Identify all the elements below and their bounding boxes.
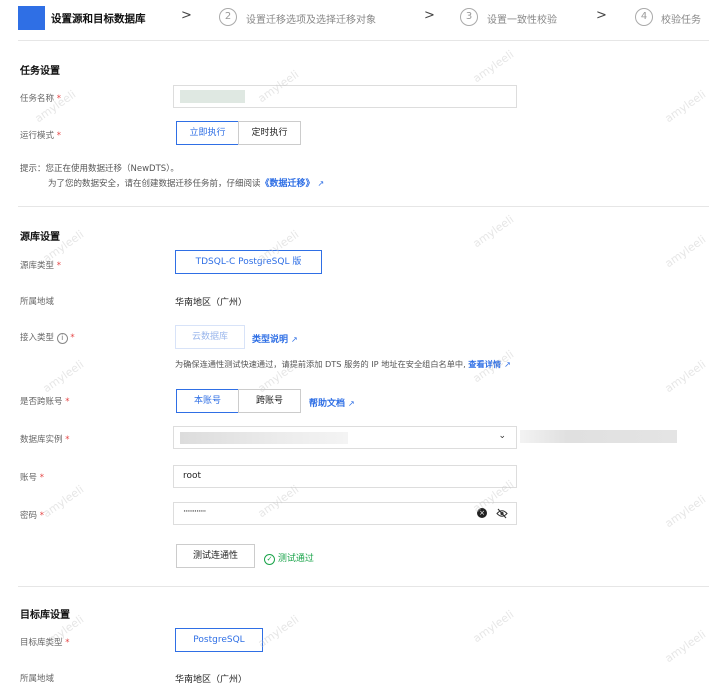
chevron-right-icon: >: [181, 8, 192, 23]
run-mode-scheduled-button[interactable]: 定时执行: [238, 121, 301, 145]
eye-hidden-icon[interactable]: [496, 508, 508, 519]
tip-line-2: 为了您的数据安全，请在创建数据迁移任务前，仔细阅读《数据迁移》 ↗: [48, 179, 325, 189]
redacted-instance: [180, 432, 348, 444]
watermark: amyleeli: [662, 357, 709, 396]
step-4-number: 4: [635, 8, 653, 26]
account-value: root: [183, 471, 202, 481]
run-mode-label: 运行模式 *: [20, 131, 61, 141]
source-section-title: 源库设置: [20, 232, 60, 243]
info-icon[interactable]: i: [56, 333, 68, 344]
target-section-title: 目标库设置: [20, 610, 70, 621]
watermark: amyleeli: [470, 607, 517, 646]
watermark: amyleeli: [40, 357, 87, 396]
divider: [18, 586, 709, 587]
watermark: amyleeli: [40, 482, 87, 521]
task-section-title: 任务设置: [20, 66, 60, 77]
cross-account-other-button[interactable]: 跨账号: [238, 389, 301, 413]
cross-account-own-button[interactable]: 本账号: [176, 389, 239, 413]
watermark: amyleeli: [470, 47, 517, 86]
access-type-label: 接入类型 i *: [20, 333, 75, 344]
source-type-button[interactable]: TDSQL-C PostgreSQL 版: [175, 250, 322, 274]
clear-icon[interactable]: ×: [477, 508, 487, 518]
step-bar: 设置源和目标数据库 > 2 设置迁移选项及选择迁移对象 > 3 设置一致性校验 …: [0, 0, 709, 36]
watermark: amyleeli: [470, 212, 517, 251]
task-name-input[interactable]: [173, 85, 517, 108]
cross-account-label: 是否跨账号 *: [20, 397, 70, 407]
external-link-icon: ↗: [504, 360, 511, 369]
password-value: ············: [183, 507, 206, 517]
target-type-button[interactable]: PostgreSQL: [175, 628, 263, 652]
divider: [18, 206, 709, 207]
password-input[interactable]: ············ ×: [173, 502, 517, 525]
watermark: amyleeli: [662, 627, 709, 666]
watermark: amyleeli: [662, 87, 709, 126]
step-4-label: 校验任务: [661, 15, 701, 26]
step-2-label: 设置迁移选项及选择迁移对象: [246, 15, 376, 26]
step-1-label: 设置源和目标数据库: [51, 13, 146, 25]
divider: [18, 40, 709, 41]
target-region-value: 华南地区（广州）: [175, 675, 248, 685]
password-label: 密码 *: [20, 511, 44, 521]
step-3-label: 设置一致性校验: [487, 15, 557, 26]
source-type-label: 源库类型 *: [20, 261, 61, 271]
external-link-icon: ↗: [348, 399, 355, 408]
view-details-link[interactable]: 查看详情: [468, 359, 501, 369]
step-1: 设置源和目标数据库: [18, 6, 183, 30]
redacted-task-name: [180, 90, 245, 103]
run-mode-immediate-button[interactable]: 立即执行: [176, 121, 239, 145]
task-name-label: 任务名称 *: [20, 94, 61, 104]
test-result-label: 测试通过: [277, 554, 314, 564]
source-region-value: 华南地区（广州）: [175, 298, 248, 308]
source-region-label: 所属地域: [20, 297, 55, 307]
watermark: amyleeli: [662, 492, 709, 531]
access-hint: 为确保连通性测试快速通过，请提前添加 DTS 服务的 IP 地址在安全组白名单中…: [175, 359, 511, 369]
target-type-label: 目标库类型 *: [20, 638, 70, 648]
external-link-icon: ↗: [291, 335, 298, 344]
chevron-down-icon: ⌄: [498, 431, 506, 441]
type-explanation-link[interactable]: 类型说明 ↗: [252, 332, 298, 345]
account-input[interactable]: root: [173, 465, 517, 488]
access-type-cloud-button[interactable]: 云数据库: [175, 325, 245, 349]
help-doc-link[interactable]: 帮助文档 ↗: [309, 396, 355, 409]
redacted-instance-info: [520, 430, 677, 443]
step-1-marker: [18, 6, 45, 30]
chevron-right-icon: >: [424, 8, 435, 23]
watermark: amyleeli: [662, 232, 709, 271]
step-2-number: 2: [219, 8, 237, 26]
data-migration-link[interactable]: 《数据迁移》: [261, 179, 315, 189]
chevron-right-icon: >: [596, 8, 607, 23]
check-circle-icon: ✓: [264, 554, 275, 565]
step-3-number: 3: [460, 8, 478, 26]
target-region-label: 所属地域: [20, 674, 55, 684]
db-instance-label: 数据库实例 *: [20, 435, 70, 445]
account-label: 账号 *: [20, 473, 44, 483]
external-link-icon: ↗: [317, 179, 325, 188]
test-connectivity-button[interactable]: 测试连通性: [176, 544, 255, 568]
tip-line-1: 提示：您正在使用数据迁移（NewDTS）。: [20, 164, 179, 174]
db-instance-select[interactable]: ⌄: [173, 426, 517, 449]
test-result: ✓ 测试通过: [264, 551, 314, 565]
